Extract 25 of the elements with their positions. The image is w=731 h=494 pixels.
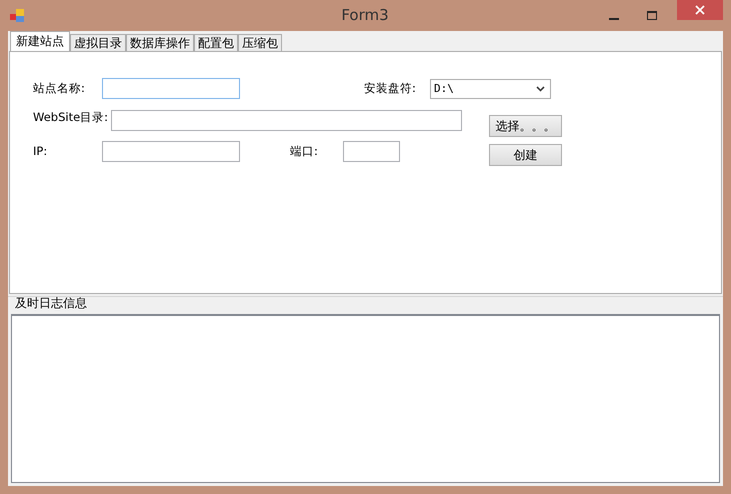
input-field[interactable] [102,78,240,99]
input-field[interactable] [343,141,400,162]
field-label: 安装盘符: [364,81,417,96]
dropdown[interactable]: D:\ [430,78,551,98]
window-title: Form3 [340,6,390,24]
tab[interactable]: 虚拟目录 [70,34,126,51]
create-button[interactable]: 创建 [489,144,562,166]
chevron-down-icon [536,86,545,92]
tab[interactable]: 压缩包 [238,34,282,51]
input-field[interactable] [102,141,240,162]
close-icon [695,5,705,15]
log-textbox[interactable] [11,314,720,483]
close-button[interactable] [677,0,723,20]
field-label: WebSite目录: [33,110,110,125]
group-title: 及时日志信息 [15,296,88,312]
tab[interactable]: 新建站点 [10,31,70,51]
field-label: 端口: [290,144,319,159]
app-icon [10,9,24,22]
input-field[interactable] [111,110,462,131]
choose-button[interactable]: 选择。。。 [489,115,562,137]
maximize-icon[interactable] [647,11,657,20]
field-label: IP: [33,144,48,158]
field-label: 站点名称: [33,81,86,96]
tab[interactable]: 配置包 [194,34,238,51]
tab[interactable]: 数据库操作 [126,34,194,51]
